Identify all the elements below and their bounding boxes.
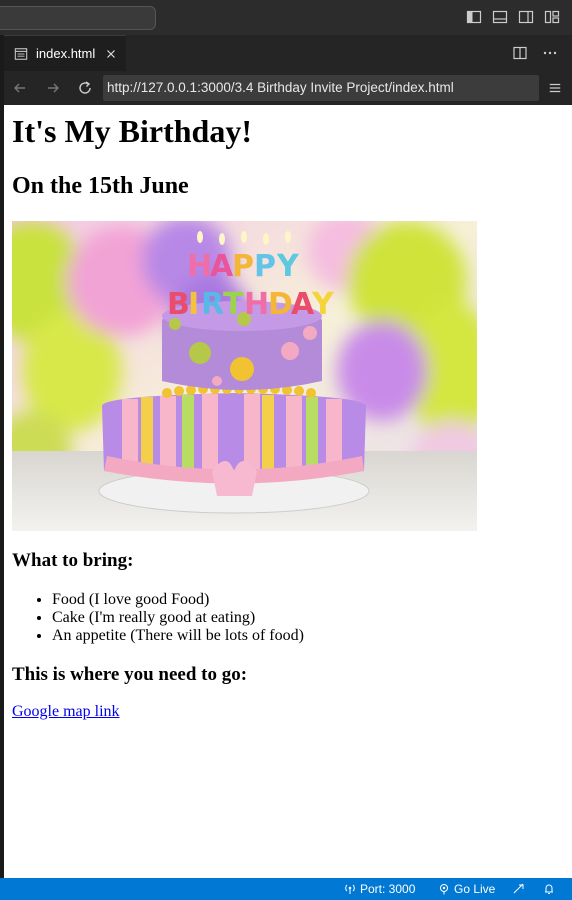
port-status[interactable]: Port: 3000 bbox=[344, 878, 415, 900]
bring-list: Food (I love good Food) Cake (I'm really… bbox=[12, 591, 304, 645]
broadcast-icon bbox=[345, 884, 355, 894]
status-bar: Port: 3000 Go Live bbox=[0, 878, 572, 900]
birthday-cake-image: H A P P Y B I R T H D A Y bbox=[12, 221, 477, 531]
hamburger-menu-icon[interactable] bbox=[548, 81, 562, 95]
activity-bar-edge bbox=[0, 35, 4, 878]
command-center-search[interactable] bbox=[0, 6, 156, 30]
forward-icon[interactable] bbox=[45, 80, 61, 96]
google-map-link[interactable]: Google map link bbox=[12, 703, 120, 721]
feedback-icon[interactable] bbox=[513, 883, 525, 895]
page-title: It's My Birthday! bbox=[12, 113, 252, 149]
list-item: An appetite (There will be lots of food) bbox=[52, 627, 304, 645]
svg-text:P: P bbox=[232, 249, 254, 284]
bring-heading: What to bring: bbox=[12, 550, 134, 571]
svg-text:H: H bbox=[244, 287, 269, 322]
list-item: Cake (I'm really good at eating) bbox=[52, 609, 304, 627]
more-actions-icon[interactable] bbox=[542, 45, 558, 61]
svg-text:Y: Y bbox=[276, 249, 300, 284]
layout-controls bbox=[466, 9, 560, 25]
svg-text:H: H bbox=[187, 249, 212, 284]
go-live-label: Go Live bbox=[454, 882, 496, 896]
close-icon[interactable] bbox=[104, 47, 118, 61]
split-editor-icon[interactable] bbox=[512, 45, 528, 61]
svg-text:T: T bbox=[223, 287, 244, 322]
editor-tab-strip: index.html bbox=[0, 35, 572, 71]
toggle-panel-icon[interactable] bbox=[492, 9, 508, 25]
tab-actions bbox=[512, 45, 558, 61]
browser-navbar: http://127.0.0.1:3000/3.4 Birthday Invit… bbox=[4, 71, 572, 105]
svg-text:A: A bbox=[210, 249, 234, 284]
go-live-button[interactable]: Go Live bbox=[438, 878, 495, 900]
page-viewport: It's My Birthday! On the 15th June H A P… bbox=[4, 105, 572, 878]
where-heading: This is where you need to go: bbox=[12, 664, 248, 685]
title-bar bbox=[0, 0, 572, 35]
svg-text:I: I bbox=[188, 287, 199, 322]
url-input[interactable]: http://127.0.0.1:3000/3.4 Birthday Invit… bbox=[103, 75, 539, 101]
svg-text:P: P bbox=[254, 249, 276, 284]
toggle-primary-sidebar-icon[interactable] bbox=[466, 9, 482, 25]
tab-index-html[interactable]: index.html bbox=[4, 35, 126, 71]
svg-text:B: B bbox=[167, 287, 190, 322]
tab-label: index.html bbox=[36, 46, 96, 61]
page-subtitle: On the 15th June bbox=[12, 173, 189, 199]
go-live-icon bbox=[440, 884, 448, 895]
svg-text:D: D bbox=[268, 287, 293, 322]
notifications-icon[interactable] bbox=[543, 883, 555, 895]
svg-text:Y: Y bbox=[311, 287, 335, 322]
preview-file-icon bbox=[14, 47, 28, 60]
customize-layout-icon[interactable] bbox=[544, 9, 560, 25]
list-item: Food (I love good Food) bbox=[52, 591, 304, 609]
port-label: Port: 3000 bbox=[360, 882, 416, 896]
back-icon[interactable] bbox=[12, 80, 28, 96]
toggle-secondary-sidebar-icon[interactable] bbox=[518, 9, 534, 25]
reload-icon[interactable] bbox=[77, 80, 93, 96]
svg-text:R: R bbox=[201, 287, 224, 322]
